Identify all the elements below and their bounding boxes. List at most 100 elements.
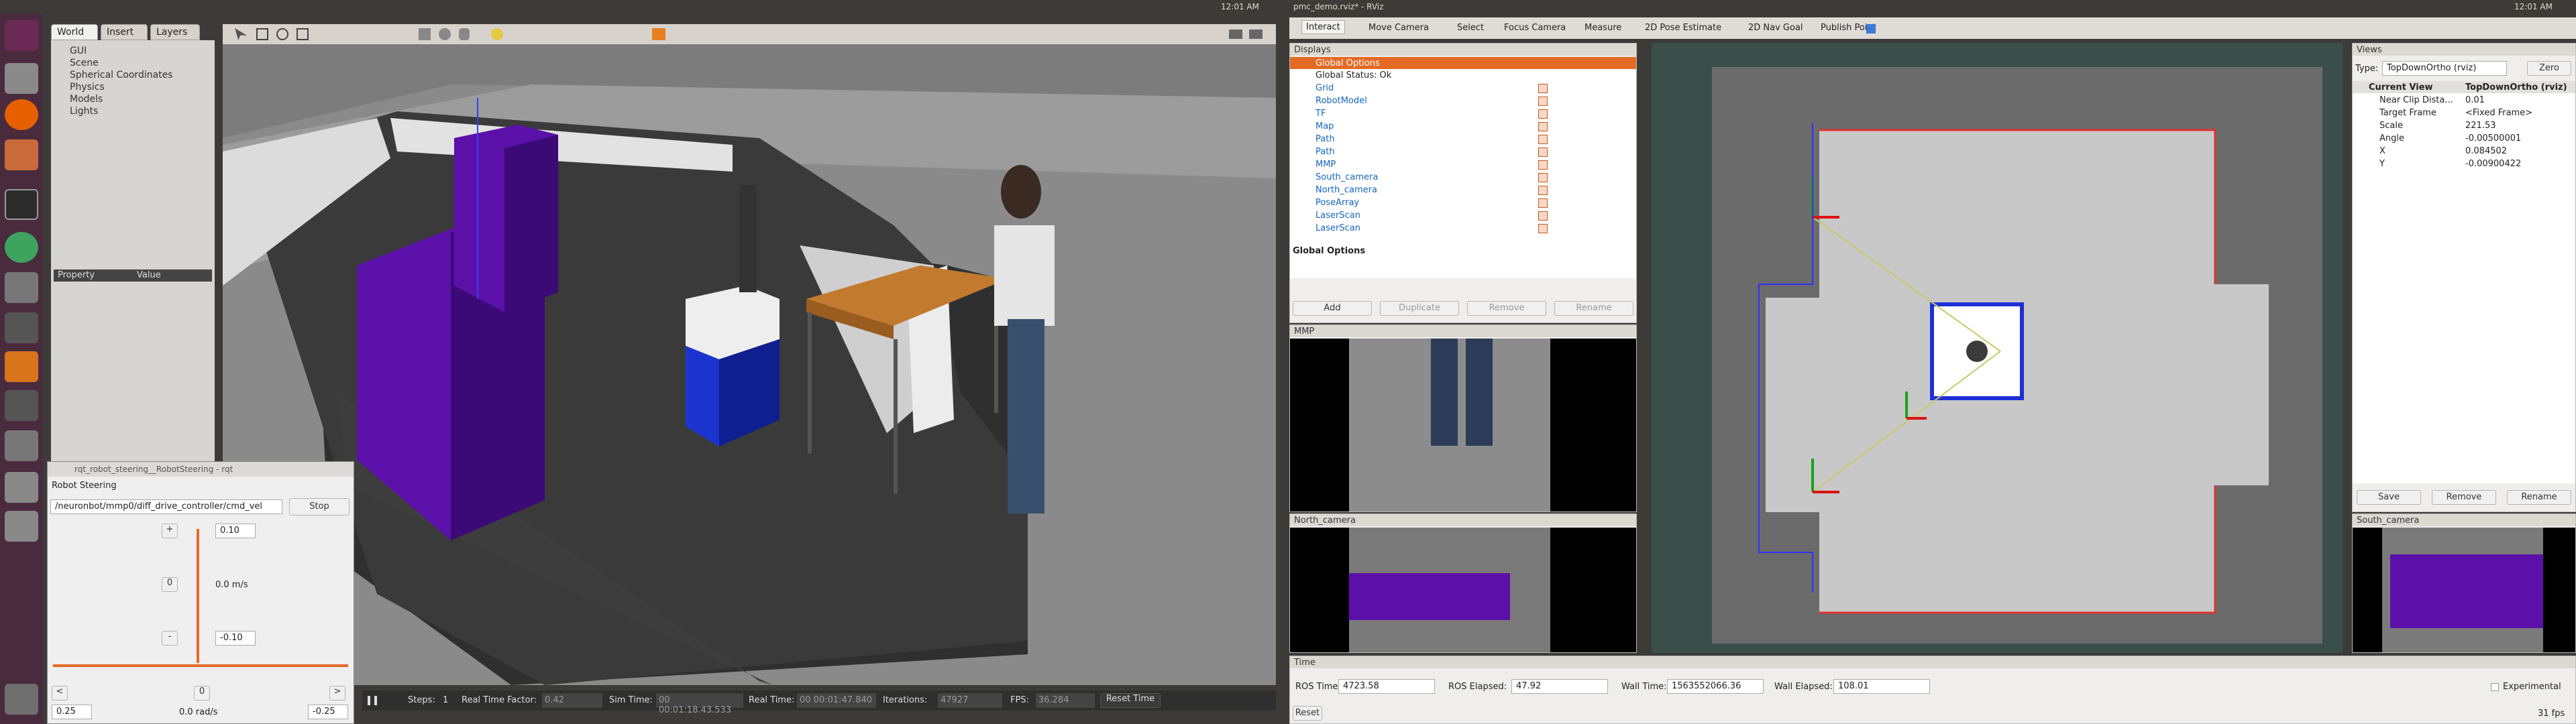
tool-2d-nav-goal[interactable]: 2D Nav Goal <box>1748 23 1803 33</box>
save-button[interactable]: Save <box>2357 490 2421 505</box>
rviz-icon[interactable] <box>5 390 38 421</box>
view-type-select[interactable]: TopDownOrtho (rviz) <box>2382 61 2507 76</box>
enable-checkbox[interactable] <box>1538 109 1548 119</box>
tree-item-scene[interactable]: Scene <box>70 58 99 68</box>
rviz-icon[interactable] <box>5 312 38 343</box>
sphere-shape-icon[interactable] <box>439 28 451 40</box>
tool-select[interactable]: Select <box>1457 23 1484 33</box>
plus-icon[interactable] <box>1866 24 1876 34</box>
files-icon[interactable] <box>5 63 38 94</box>
rviz-map-view[interactable] <box>1652 43 2343 653</box>
enable-checkbox[interactable] <box>1538 97 1548 106</box>
display-global-status[interactable]: Global Status: Ok <box>1316 70 1391 80</box>
display-mmp[interactable]: MMP <box>1316 160 1336 170</box>
enable-checkbox[interactable] <box>1538 147 1548 157</box>
light-icon[interactable] <box>491 28 503 40</box>
tool-measure[interactable]: Measure <box>1585 23 1621 33</box>
enable-checkbox[interactable] <box>1538 135 1548 144</box>
angular-left-button[interactable]: < <box>52 686 68 701</box>
rename-button[interactable]: Rename <box>2507 490 2571 505</box>
linear-minus-button[interactable]: - <box>162 631 178 646</box>
clock[interactable]: 12:01 AM <box>2514 2 2553 11</box>
display-tf[interactable]: TF <box>1316 109 1326 119</box>
tab-world[interactable]: World <box>51 24 98 40</box>
pause-icon[interactable] <box>368 696 377 705</box>
clock[interactable]: 12:01 AM <box>1221 2 1259 11</box>
tree-item-lights[interactable]: Lights <box>70 106 98 117</box>
tab-insert[interactable]: Insert <box>101 24 148 40</box>
translate-icon[interactable] <box>256 28 268 40</box>
ubuntu-icon[interactable] <box>5 20 38 51</box>
linear-min-field[interactable]: -0.10 <box>215 631 256 646</box>
video-icon[interactable] <box>1249 29 1263 39</box>
linear-max-field[interactable]: 0.10 <box>215 524 256 538</box>
tree-item-spherical[interactable]: Spherical Coordinates <box>70 70 173 80</box>
linear-zero-button[interactable]: 0 <box>162 577 178 592</box>
display-path[interactable]: Path <box>1316 134 1335 144</box>
angular-right-button[interactable]: > <box>329 686 345 701</box>
prop-value[interactable]: -0.00500001 <box>2465 133 2521 143</box>
prop-value[interactable]: <Fixed Frame> <box>2465 108 2532 118</box>
tree-item-gui[interactable]: GUI <box>70 46 87 56</box>
enable-checkbox[interactable] <box>1538 186 1548 195</box>
camera-icon[interactable] <box>1229 29 1242 39</box>
drive-icon[interactable] <box>5 511 38 542</box>
reset-time-button[interactable]: Reset Time <box>1100 693 1161 708</box>
prop-value[interactable]: 221.53 <box>2465 121 2496 131</box>
linear-plus-button[interactable]: + <box>162 524 178 538</box>
display-grid[interactable]: Grid <box>1316 83 1334 93</box>
enable-checkbox[interactable] <box>1538 224 1548 233</box>
angular-slider[interactable] <box>53 664 348 667</box>
display-robotmodel[interactable]: RobotModel <box>1316 96 1367 106</box>
reset-button[interactable]: Reset <box>1293 706 1322 721</box>
display-north-camera[interactable]: North_camera <box>1316 185 1377 195</box>
display-global-options[interactable]: Global Options <box>1316 58 1380 68</box>
display-posearray[interactable]: PoseArray <box>1316 198 1359 208</box>
display-laserscan[interactable]: LaserScan <box>1316 210 1360 221</box>
angular-min-field[interactable]: 0.25 <box>52 705 92 719</box>
enable-checkbox[interactable] <box>1538 198 1548 208</box>
add-button[interactable]: Add <box>1293 301 1372 316</box>
settings-icon[interactable] <box>5 139 38 170</box>
tree-item-models[interactable]: Models <box>70 94 103 105</box>
globe-icon[interactable] <box>5 232 38 263</box>
rename-button[interactable]: Rename <box>1554 301 1633 316</box>
tool-move-camera[interactable]: Move Camera <box>1368 23 1429 33</box>
box-icon[interactable] <box>5 351 38 382</box>
scale-icon[interactable] <box>297 28 309 40</box>
remove-button[interactable]: Remove <box>1467 301 1546 316</box>
select-arrow-icon[interactable] <box>235 28 247 40</box>
prop-value[interactable]: -0.00900422 <box>2465 159 2521 169</box>
tool-2d-pose-estimate[interactable]: 2D Pose Estimate <box>1645 23 1721 33</box>
gazebo-3d-view[interactable] <box>223 44 1276 685</box>
display-path[interactable]: Path <box>1316 147 1335 157</box>
display-map[interactable]: Map <box>1316 121 1334 131</box>
duplicate-button[interactable]: Duplicate <box>1380 301 1459 316</box>
tool-focus-camera[interactable]: Focus Camera <box>1504 23 1566 33</box>
stop-button[interactable]: Stop <box>289 498 350 516</box>
enable-checkbox[interactable] <box>1538 122 1548 131</box>
angular-zero-button[interactable]: 0 <box>194 686 210 701</box>
rotate-icon[interactable] <box>276 28 288 40</box>
help-icon[interactable] <box>5 430 38 461</box>
tool-interact[interactable]: Interact <box>1301 20 1345 34</box>
tab-layers[interactable]: Layers <box>150 24 200 40</box>
firefox-icon[interactable] <box>5 99 38 130</box>
cylinder-shape-icon[interactable] <box>459 28 470 40</box>
remove-button[interactable]: Remove <box>2432 490 2496 505</box>
linear-slider[interactable] <box>197 529 199 663</box>
terminal-icon[interactable] <box>5 189 38 220</box>
steps-value[interactable]: 1 <box>443 695 448 705</box>
enable-checkbox[interactable] <box>1538 211 1548 221</box>
prop-value[interactable]: 0.084502 <box>2465 146 2507 156</box>
enable-checkbox[interactable] <box>1538 173 1548 182</box>
display-south-camera[interactable]: South_camera <box>1316 172 1378 182</box>
enable-checkbox[interactable] <box>1538 84 1548 93</box>
help-icon[interactable] <box>5 272 38 303</box>
zero-button[interactable]: Zero <box>2527 61 2571 76</box>
trash-icon[interactable] <box>5 684 38 715</box>
topic-field[interactable]: /neuronbot/mmp0/diff_drive_controller/cm… <box>50 499 282 514</box>
enable-checkbox[interactable] <box>1538 160 1548 170</box>
prop-value[interactable]: 0.01 <box>2465 95 2485 105</box>
screenshot-icon[interactable] <box>652 28 665 40</box>
